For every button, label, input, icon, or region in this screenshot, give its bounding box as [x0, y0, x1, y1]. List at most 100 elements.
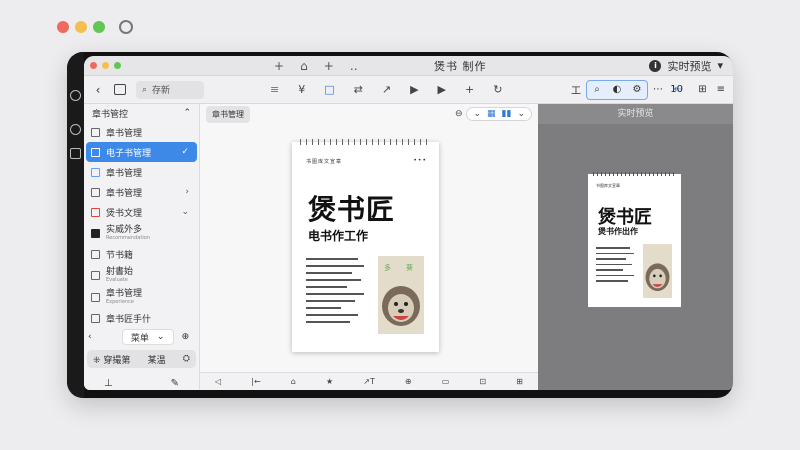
- sidebar-toggle-icon[interactable]: [114, 84, 126, 95]
- view-mode-group: ⌕ ◐ ⚙: [586, 79, 648, 100]
- sidebar-item-ebook[interactable]: 电子书管理 ✓: [86, 142, 197, 162]
- sidebar-item-label: 实威外多: [106, 224, 143, 235]
- sidebar-item-label: 射書始: [106, 266, 134, 277]
- zoom-icon[interactable]: ⊖: [455, 109, 463, 119]
- left-rail: [67, 52, 84, 398]
- text-tool-icon[interactable]: 工: [566, 81, 586, 99]
- editor-bar: 章书管理 ⊖ ⌄ ▦ ▮▮ ⌄: [200, 104, 538, 124]
- sidebar-item-5[interactable]: 实威外多 Recommendation: [86, 222, 197, 244]
- sidebar-item-7[interactable]: 射書始 Evaluate: [86, 264, 197, 286]
- page-header: 书图库文宣章: [306, 159, 343, 165]
- save-new-label: 存新: [152, 86, 171, 96]
- chevron-up-icon: ⌃: [183, 108, 191, 118]
- sidebar-item-label: 章书管理: [106, 128, 143, 139]
- app-close-button[interactable]: [90, 62, 97, 69]
- info-icon: i: [649, 59, 662, 72]
- lion-illustration[interactable]: 多 葵: [378, 256, 424, 334]
- check-icon: ✓: [181, 147, 189, 157]
- settings-icon[interactable]: [119, 20, 133, 34]
- grid-view-icon[interactable]: ▦: [487, 109, 496, 119]
- more-icon[interactable]: ‥: [350, 59, 358, 73]
- sidebar-item-9[interactable]: 章书匠手什: [86, 308, 197, 328]
- document-icon[interactable]: ≡: [270, 83, 279, 96]
- funnel-icon[interactable]: ⌂: [300, 59, 308, 73]
- refresh-icon[interactable]: ↻: [493, 83, 502, 96]
- preview-lion-illustration: [643, 244, 672, 298]
- ellipsis-icon[interactable]: ⋯: [648, 81, 668, 99]
- sync-icon[interactable]: ⛭: [183, 354, 190, 364]
- home-icon[interactable]: ⌂: [291, 377, 296, 386]
- menu-icon[interactable]: ≡: [717, 84, 725, 95]
- contrast-icon[interactable]: ◐: [607, 81, 627, 99]
- back-icon[interactable]: ◁: [215, 377, 221, 386]
- search-icon[interactable]: [70, 124, 81, 135]
- sidebar-item-6[interactable]: 节书籍: [86, 244, 197, 264]
- global-icon[interactable]: ⊕: [405, 377, 412, 386]
- sidebar-item-4[interactable]: 煲书文理 ⌄: [86, 202, 197, 222]
- layout-icon[interactable]: ⊥: [104, 378, 113, 389]
- grid-icon[interactable]: ⊞: [698, 84, 706, 95]
- yen-icon[interactable]: ¥: [298, 83, 305, 96]
- pin-icon[interactable]: ✎: [171, 378, 179, 389]
- frame-icon[interactable]: ⊡: [479, 377, 486, 386]
- plus-icon[interactable]: +: [465, 83, 474, 96]
- start-icon[interactable]: |←: [251, 377, 260, 386]
- layers-icon[interactable]: [70, 148, 81, 159]
- page-subtitle[interactable]: 电书作工作: [308, 227, 368, 244]
- preview-toggle[interactable]: i 实时预览 ▾: [649, 58, 723, 74]
- sidebar-item-0[interactable]: 章书管理: [86, 122, 197, 142]
- chart-view-icon[interactable]: ▮▮: [502, 109, 512, 119]
- star-icon[interactable]: ★: [326, 377, 333, 386]
- sidebar-item-label: 电子书管理: [106, 148, 152, 159]
- home-icon[interactable]: [70, 90, 81, 101]
- sidebar-item-8[interactable]: 章书管理 Experience: [86, 286, 197, 308]
- layout-grid-icon[interactable]: ⊞: [516, 377, 523, 386]
- checkbox-icon: [91, 292, 100, 302]
- swap-icon[interactable]: ⇄: [354, 83, 363, 96]
- sidebar-item-label: 节书籍: [106, 250, 134, 261]
- breadcrumb-chip[interactable]: 章书管理: [206, 105, 250, 123]
- sidebar-item-3[interactable]: 章书管理 ›: [86, 182, 197, 202]
- sidebar-header[interactable]: 章书管控 ⌃: [84, 104, 199, 122]
- chevron-down-icon: ⌄: [156, 332, 165, 342]
- play-icon[interactable]: ▶: [410, 83, 418, 96]
- spiral-binding: [300, 139, 431, 145]
- action-label: 某温: [147, 355, 166, 366]
- preview-body-text: [596, 247, 634, 286]
- zoom-level[interactable]: 10: [670, 84, 683, 95]
- chevron-left-icon[interactable]: ‹: [88, 332, 92, 342]
- preview-subtitle: 煲书作出作: [598, 227, 638, 236]
- gear-icon[interactable]: ⚙: [627, 81, 647, 99]
- sidebar-action-bar[interactable]: ⁜ 穿撮第 某温 ⛭: [87, 350, 196, 368]
- share-icon[interactable]: ⊕: [182, 332, 190, 342]
- layout-switch[interactable]: ⌄ ▦ ▮▮ ⌄: [466, 107, 532, 121]
- text-style-icon[interactable]: ↗T: [363, 377, 375, 386]
- chevron-down-icon: ⌄: [517, 109, 525, 119]
- zoom-button[interactable]: [93, 21, 105, 33]
- square-icon: [91, 228, 100, 238]
- toolbar: ‹ ⌕ 存新 ≡ ¥ □ ⇄ ↗ ▶ ▶ + ↻ 工 ⌕ ◐ ⚙ ⋯ ⇠ 10 …: [84, 76, 733, 104]
- add-page-icon[interactable]: +: [324, 59, 334, 73]
- sidebar-header-label: 章书管控: [92, 109, 129, 120]
- page-icon[interactable]: □: [324, 83, 334, 96]
- sidebar-item-label: 章书管理: [106, 288, 143, 299]
- sidebar-item-2[interactable]: 章书管理: [86, 162, 197, 182]
- search-view-icon[interactable]: ⌕: [587, 81, 607, 99]
- save-new-button[interactable]: ⌕ 存新: [136, 80, 204, 99]
- window-title: 煲书 制作: [434, 59, 487, 73]
- menu-dropdown[interactable]: 菜单 ⌄: [121, 329, 174, 345]
- run-icon[interactable]: ▶: [438, 83, 446, 96]
- preview-page[interactable]: 书图库文宣章 煲书匠 煲书作出作: [588, 172, 681, 307]
- back-button[interactable]: ‹: [90, 83, 106, 97]
- app-zoom-button[interactable]: [114, 62, 121, 69]
- expand-icon[interactable]: ↗: [382, 83, 391, 96]
- body-text-block[interactable]: [306, 258, 364, 328]
- close-button[interactable]: [57, 21, 69, 33]
- page-title[interactable]: 煲书匠: [308, 188, 395, 228]
- minimize-button[interactable]: [75, 21, 87, 33]
- title-bar: + ⌂ + ‥ 煲书 制作 i 实时预览 ▾: [84, 56, 733, 76]
- book-page[interactable]: 书图库文宣章 ••• 煲书匠 电书作工作 多 葵: [292, 139, 439, 352]
- add-icon[interactable]: +: [274, 59, 284, 73]
- page-view-icon[interactable]: ▭: [442, 377, 450, 386]
- app-minimize-button[interactable]: [102, 62, 109, 69]
